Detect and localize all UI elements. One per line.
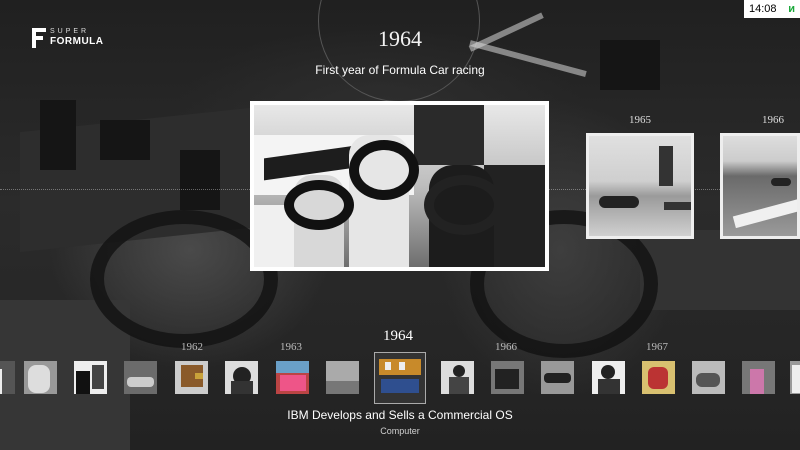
side-item-year: 1966 [762, 114, 784, 126]
side-item-photo[interactable] [720, 133, 800, 239]
timeline-selected-year: 1964 [383, 328, 413, 344]
featured-year: 1964 [378, 26, 422, 51]
timeline-year-label: 1963 [280, 341, 302, 353]
timeline-thumbnail[interactable] [742, 361, 775, 394]
selected-item-title: IBM Develops and Sells a Commercial OS [287, 408, 513, 422]
timeline-thumbnail[interactable] [541, 361, 574, 394]
timeline-thumbnail[interactable] [790, 361, 800, 394]
selected-item-category: Computer [380, 426, 420, 436]
timeline-year-label: 1962 [181, 341, 203, 353]
timeline-thumbnail[interactable] [175, 361, 208, 394]
status-bar: 14:08 ᴎ [744, 0, 800, 18]
clock: 14:08 [749, 3, 777, 15]
timeline-thumbnail[interactable] [592, 361, 625, 394]
timeline-thumbnail[interactable] [441, 361, 474, 394]
timeline-thumbnail[interactable] [74, 361, 107, 394]
timeline-thumbnail[interactable] [491, 361, 524, 394]
timeline-selected-thumbnail[interactable] [374, 352, 426, 404]
featured-description: First year of Formula Car racing [315, 63, 485, 77]
side-item-year: 1965 [629, 114, 651, 126]
timeline-thumbnail[interactable] [24, 361, 57, 394]
timeline-thumbnail[interactable] [692, 361, 725, 394]
timeline-year-label: 1966 [495, 341, 517, 353]
timeline-thumbnail[interactable] [276, 361, 309, 394]
timeline-thumbnail[interactable] [326, 361, 359, 394]
timeline-thumbnail[interactable] [0, 361, 15, 394]
timeline-thumbnail[interactable] [642, 361, 675, 394]
featured-photo[interactable] [250, 101, 549, 271]
side-item-photo[interactable] [586, 133, 694, 239]
timeline-thumbnail[interactable] [124, 361, 157, 394]
n-network-icon: ᴎ [788, 3, 795, 15]
timeline-thumbnail[interactable] [225, 361, 258, 394]
timeline-year-label: 1967 [646, 341, 668, 353]
